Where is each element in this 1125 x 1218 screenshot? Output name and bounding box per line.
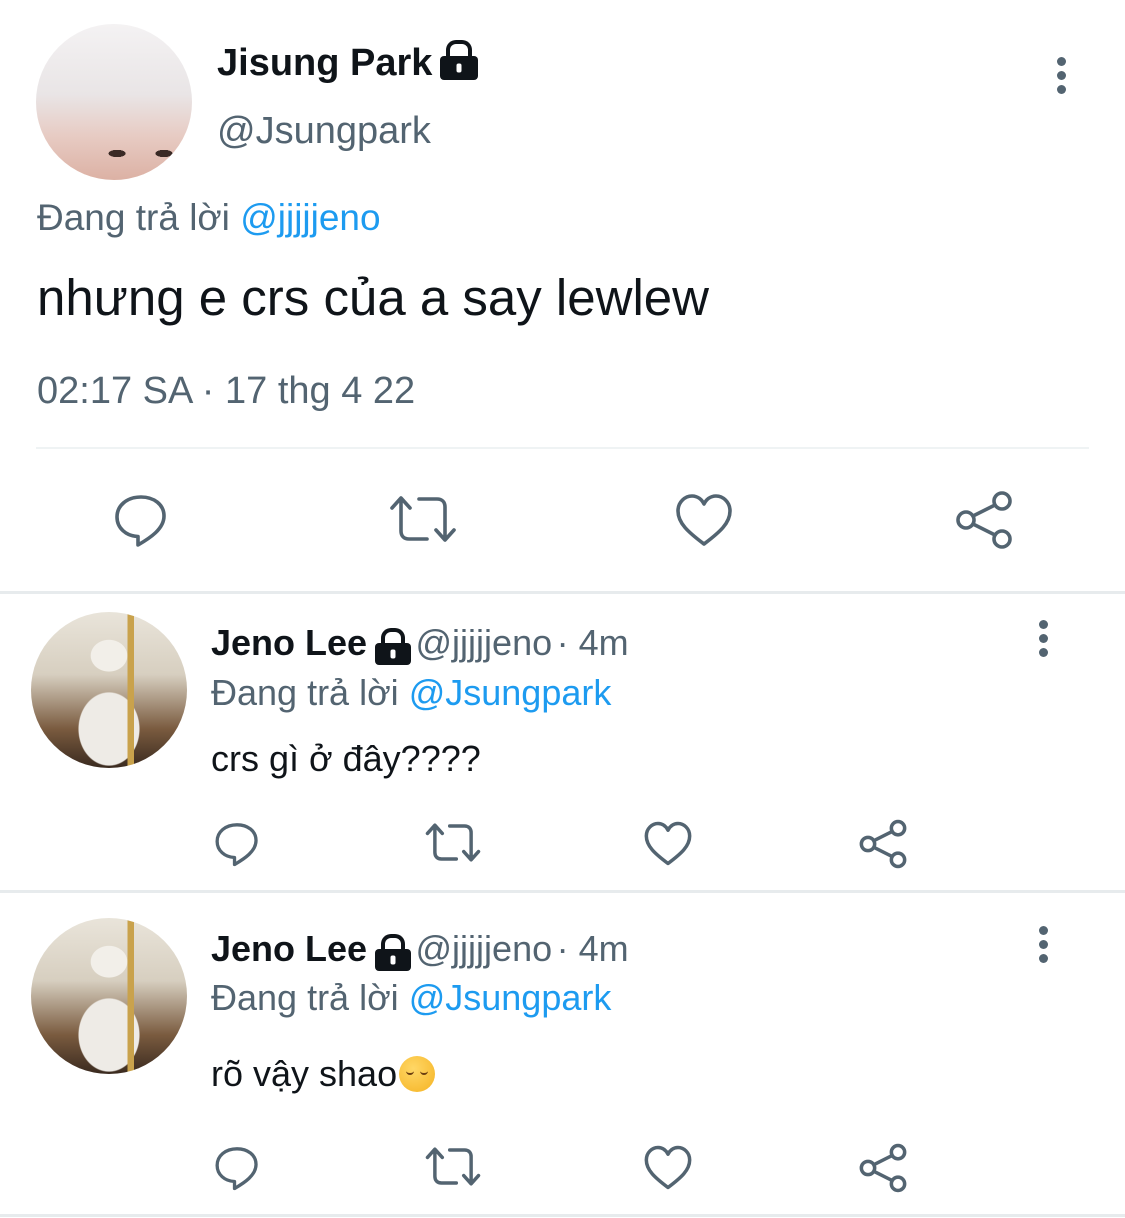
reply-avatar[interactable] (31, 612, 187, 768)
more-options-icon[interactable] (1039, 926, 1049, 968)
reply-avatar[interactable] (31, 918, 187, 1074)
replying-to-line: Đang trả lời @Jsungpark (211, 977, 611, 1019)
replying-prefix: Đang trả lời (211, 672, 399, 713)
author-name-text[interactable]: Jisung Park (217, 42, 432, 84)
author-name[interactable]: Jisung Park (217, 42, 479, 85)
lock-icon (375, 948, 412, 971)
divider (36, 447, 1089, 449)
reply-header: Jeno Lee @jjjjjeno · 4m (211, 928, 629, 971)
divider (0, 1214, 1125, 1217)
author-avatar[interactable] (36, 24, 192, 180)
share-icon[interactable] (858, 1143, 908, 1193)
like-icon[interactable] (643, 1144, 693, 1191)
reply-header: Jeno Lee @jjjjjeno · 4m (211, 622, 629, 665)
retweet-icon[interactable] (389, 493, 457, 545)
more-options-icon[interactable] (1057, 57, 1067, 99)
author-handle[interactable]: @Jsungpark (217, 110, 431, 153)
reply-author-handle[interactable]: @jjjjjeno (416, 928, 553, 969)
like-icon[interactable] (674, 492, 734, 548)
reply-text: crs gì ở đây???? (211, 738, 481, 779)
replying-to-link[interactable]: @jjjjjeno (240, 197, 380, 238)
replying-to-link[interactable]: @Jsungpark (409, 977, 612, 1018)
tweet-text: nhưng e crs của a say lewlew (37, 269, 709, 326)
like-icon[interactable] (643, 820, 693, 867)
reply-text: rõ vậy shao (211, 1053, 398, 1094)
more-options-icon[interactable] (1039, 620, 1049, 662)
tweet-timestamp[interactable]: 02:17 SA · 17 thg 4 22 (37, 370, 415, 413)
replying-prefix: Đang trả lời (37, 197, 230, 238)
retweet-icon[interactable] (425, 821, 481, 864)
reply-time: · 4m (556, 928, 629, 969)
replying-to-line: Đang trả lời @jjjjjeno (37, 197, 381, 239)
replying-prefix: Đang trả lời (211, 977, 399, 1018)
replying-to-line: Đang trả lời @Jsungpark (211, 672, 611, 714)
reply-tweet[interactable]: Jeno Lee @jjjjjeno · 4m Đang trả lời @Js… (0, 893, 1125, 1213)
share-icon[interactable] (858, 819, 908, 869)
pensive-face-emoji (399, 1056, 436, 1092)
reply-icon[interactable] (112, 490, 170, 548)
retweet-icon[interactable] (425, 1145, 481, 1188)
lock-icon (440, 55, 479, 80)
reply-time: · 4m (556, 622, 629, 663)
reply-author-name[interactable]: Jeno Lee (211, 928, 367, 969)
lock-icon (375, 642, 412, 665)
reply-author-handle[interactable]: @jjjjjeno (416, 622, 553, 663)
reply-text-line: rõ vậy shao (211, 1053, 436, 1095)
share-icon[interactable] (954, 490, 1014, 550)
reply-tweet[interactable]: Jeno Lee @jjjjjeno · 4m Đang trả lời @Js… (0, 594, 1125, 890)
reply-icon[interactable] (213, 819, 261, 867)
replying-to-link[interactable]: @Jsungpark (409, 672, 612, 713)
reply-icon[interactable] (213, 1143, 261, 1191)
reply-author-name[interactable]: Jeno Lee (211, 622, 367, 663)
